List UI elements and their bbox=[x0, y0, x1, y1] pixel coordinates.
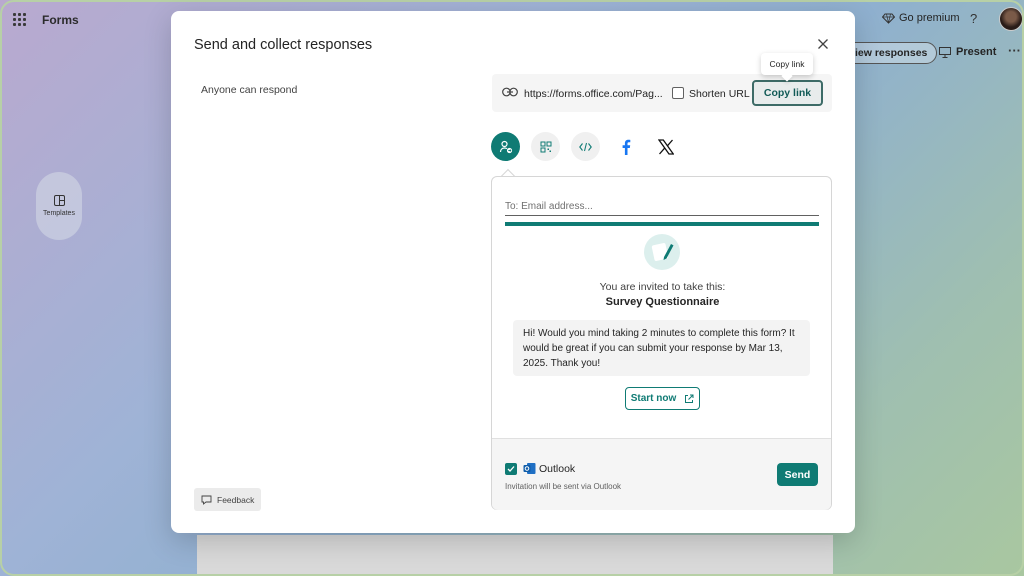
templates-label: Templates bbox=[43, 210, 75, 217]
survey-title: Survey Questionnaire bbox=[605, 296, 720, 308]
email-to-input[interactable] bbox=[505, 197, 819, 216]
outlook-checkbox[interactable] bbox=[505, 463, 517, 475]
email-header-bar bbox=[505, 222, 819, 226]
email-panel-footer: Outlook Invitation will be sent via Outl… bbox=[492, 438, 831, 510]
qr-code-icon bbox=[540, 141, 551, 152]
present-button[interactable]: Present bbox=[939, 46, 996, 58]
go-premium-label: Go premium bbox=[899, 12, 960, 24]
link-icon bbox=[502, 87, 518, 97]
link-row: https://forms.office.com/Pag... Shorten … bbox=[492, 74, 832, 112]
share-embed-button[interactable] bbox=[571, 132, 600, 161]
present-icon bbox=[939, 46, 951, 58]
outlook-icon bbox=[523, 463, 536, 474]
diamond-icon bbox=[882, 13, 895, 24]
feedback-icon bbox=[201, 495, 212, 505]
share-email-button[interactable] bbox=[491, 132, 520, 161]
share-x-button[interactable] bbox=[651, 132, 680, 161]
close-icon[interactable] bbox=[816, 37, 830, 51]
checkmark-icon bbox=[507, 466, 515, 472]
start-now-button[interactable]: Start now bbox=[625, 387, 700, 410]
invite-line: You are invited to take this: bbox=[599, 281, 726, 293]
x-icon bbox=[657, 138, 674, 155]
background-form-card bbox=[197, 535, 833, 574]
app-name: Forms bbox=[42, 13, 79, 27]
start-now-label: Start now bbox=[630, 393, 677, 404]
open-external-icon bbox=[685, 394, 694, 403]
audience-label[interactable]: Anyone can respond bbox=[201, 84, 297, 96]
templates-button[interactable]: Templates bbox=[36, 172, 82, 240]
outlook-label: Outlook bbox=[539, 463, 576, 475]
send-button[interactable]: Send bbox=[777, 463, 818, 486]
facebook-icon bbox=[622, 139, 630, 155]
person-share-icon bbox=[499, 140, 512, 153]
share-qr-button[interactable] bbox=[531, 132, 560, 161]
shorten-url-checkbox[interactable] bbox=[672, 87, 684, 99]
shorten-url-label[interactable]: Shorten URL bbox=[689, 88, 750, 100]
form-link-url[interactable]: https://forms.office.com/Pag... bbox=[524, 88, 663, 100]
go-premium-button[interactable]: Go premium bbox=[882, 12, 960, 24]
help-icon[interactable]: ? bbox=[970, 11, 977, 26]
copy-link-button[interactable]: Copy link bbox=[752, 80, 823, 106]
copy-link-tooltip: Copy link bbox=[761, 53, 813, 75]
feedback-button[interactable]: Feedback bbox=[194, 488, 261, 511]
embed-code-icon bbox=[579, 142, 592, 151]
present-label: Present bbox=[956, 46, 997, 58]
app-launcher-icon[interactable] bbox=[13, 13, 26, 26]
pencil-illustration-icon bbox=[644, 234, 680, 270]
dialog-title: Send and collect responses bbox=[194, 37, 373, 53]
email-panel: You are invited to take this: Survey Que… bbox=[491, 176, 832, 510]
more-options-icon[interactable]: ··· bbox=[1008, 43, 1021, 58]
send-dialog: Send and collect responses Anyone can re… bbox=[171, 11, 855, 533]
outlook-note: Invitation will be sent via Outlook bbox=[505, 482, 622, 491]
feedback-label: Feedback bbox=[217, 494, 255, 505]
avatar[interactable] bbox=[999, 7, 1022, 31]
templates-icon bbox=[53, 195, 65, 206]
invitation-message[interactable]: Hi! Would you mind taking 2 minutes to c… bbox=[513, 320, 810, 376]
share-facebook-button[interactable] bbox=[611, 132, 640, 161]
